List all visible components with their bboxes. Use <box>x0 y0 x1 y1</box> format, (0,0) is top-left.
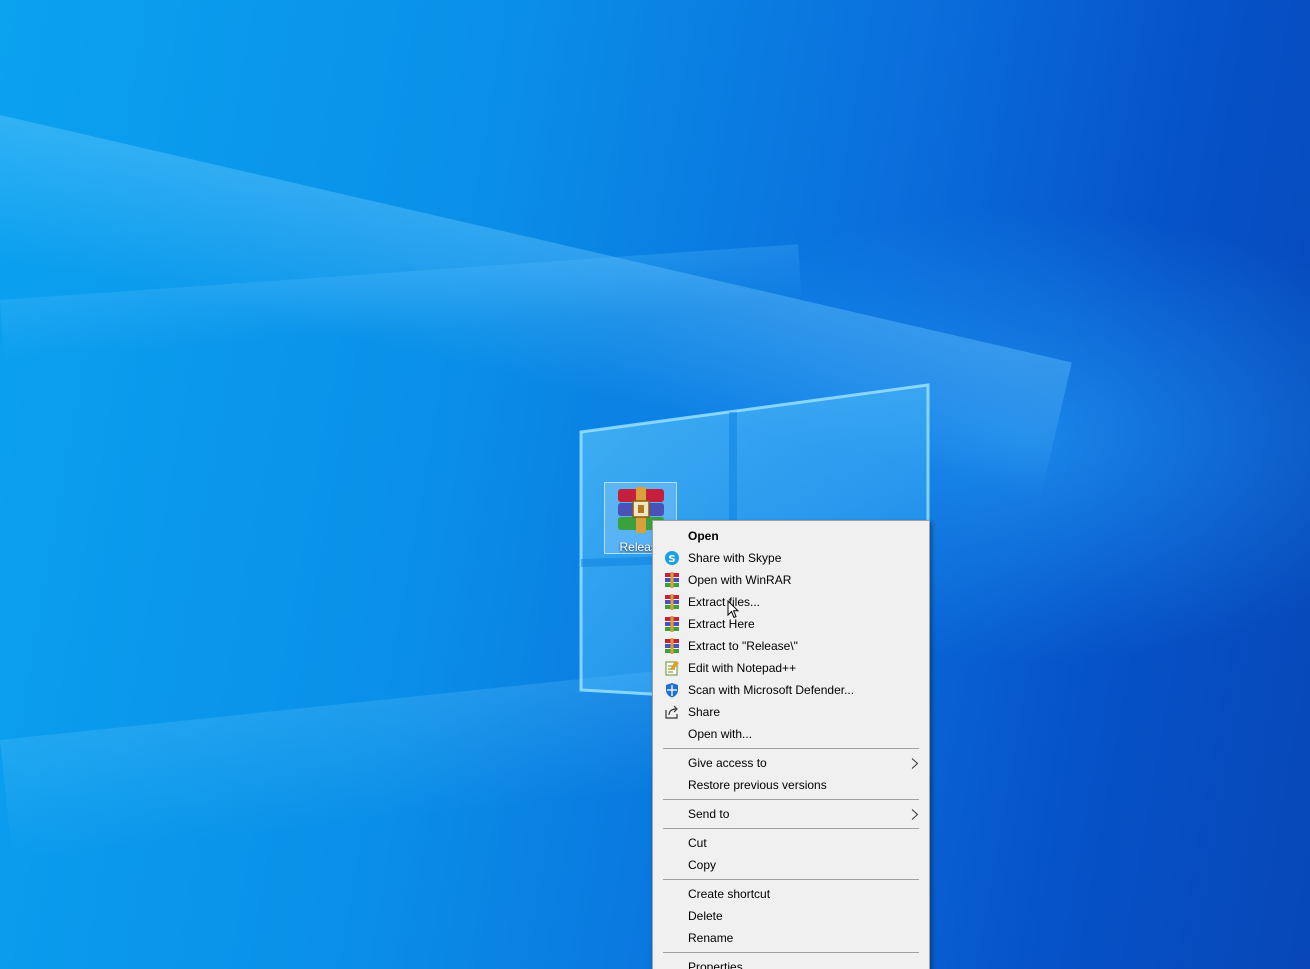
context-menu: Open S Share with Skype Open with WinRAR… <box>652 520 930 969</box>
menu-item-label: Scan with Microsoft Defender... <box>688 683 855 697</box>
menu-item-label: Cut <box>688 836 707 850</box>
menu-item-label: Delete <box>688 909 723 923</box>
menu-separator <box>663 828 919 829</box>
winrar-icon <box>665 594 679 610</box>
menu-item-rename[interactable]: Rename <box>655 927 927 949</box>
menu-item-label: Open <box>688 529 719 543</box>
menu-item-label: Edit with Notepad++ <box>688 661 797 675</box>
menu-separator <box>663 879 919 880</box>
chevron-right-icon <box>911 758 919 769</box>
menu-item-share[interactable]: Share <box>655 701 927 723</box>
menu-item-label: Share with Skype <box>688 551 782 565</box>
defender-shield-icon <box>666 683 678 698</box>
menu-item-scan-with-defender[interactable]: Scan with Microsoft Defender... <box>655 679 927 701</box>
menu-separator <box>663 952 919 953</box>
menu-item-edit-with-notepad-plus-plus[interactable]: Edit with Notepad++ <box>655 657 927 679</box>
menu-item-open[interactable]: Open <box>655 525 927 547</box>
share-icon <box>665 705 678 719</box>
desktop-wallpaper: Release Open S Share with Skype Open wit… <box>0 0 1310 969</box>
winrar-icon <box>665 572 679 588</box>
skype-icon: S <box>665 551 679 565</box>
svg-text:S: S <box>668 554 675 565</box>
menu-separator <box>663 799 919 800</box>
menu-item-share-with-skype[interactable]: S Share with Skype <box>655 547 927 569</box>
menu-item-label: Restore previous versions <box>688 778 827 792</box>
menu-item-create-shortcut[interactable]: Create shortcut <box>655 883 927 905</box>
menu-item-copy[interactable]: Copy <box>655 854 927 876</box>
wallpaper-light-beam <box>0 115 1072 499</box>
menu-item-properties[interactable]: Properties <box>655 956 927 969</box>
menu-item-label: Open with WinRAR <box>688 573 792 587</box>
menu-item-open-with[interactable]: Open with... <box>655 723 927 745</box>
menu-separator <box>663 748 919 749</box>
menu-item-delete[interactable]: Delete <box>655 905 927 927</box>
chevron-right-icon <box>911 809 919 820</box>
menu-item-label: Extract Here <box>688 617 755 631</box>
menu-item-extract-here[interactable]: Extract Here <box>655 613 927 635</box>
menu-item-label: Extract to "Release\" <box>688 639 798 653</box>
menu-item-restore-previous-versions[interactable]: Restore previous versions <box>655 774 927 796</box>
menu-item-give-access-to[interactable]: Give access to <box>655 752 927 774</box>
menu-item-open-with-winrar[interactable]: Open with WinRAR <box>655 569 927 591</box>
wallpaper-light-beam <box>0 244 803 360</box>
menu-item-label: Share <box>688 705 721 719</box>
menu-item-label: Give access to <box>688 756 767 770</box>
menu-item-label: Open with... <box>688 727 753 741</box>
menu-item-label: Copy <box>688 858 717 872</box>
winrar-icon <box>665 616 679 632</box>
menu-item-cut[interactable]: Cut <box>655 832 927 854</box>
menu-item-extract-files[interactable]: Extract files... <box>655 591 927 613</box>
menu-item-send-to[interactable]: Send to <box>655 803 927 825</box>
menu-item-label: Rename <box>688 931 734 945</box>
menu-item-extract-to-folder[interactable]: Extract to "Release\" <box>655 635 927 657</box>
menu-item-label: Extract files... <box>688 595 761 609</box>
menu-item-label: Create shortcut <box>688 887 771 901</box>
notepad-plus-plus-icon <box>665 661 679 676</box>
winrar-icon <box>665 638 679 654</box>
menu-item-label: Send to <box>688 807 730 821</box>
menu-item-label: Properties <box>688 960 743 969</box>
